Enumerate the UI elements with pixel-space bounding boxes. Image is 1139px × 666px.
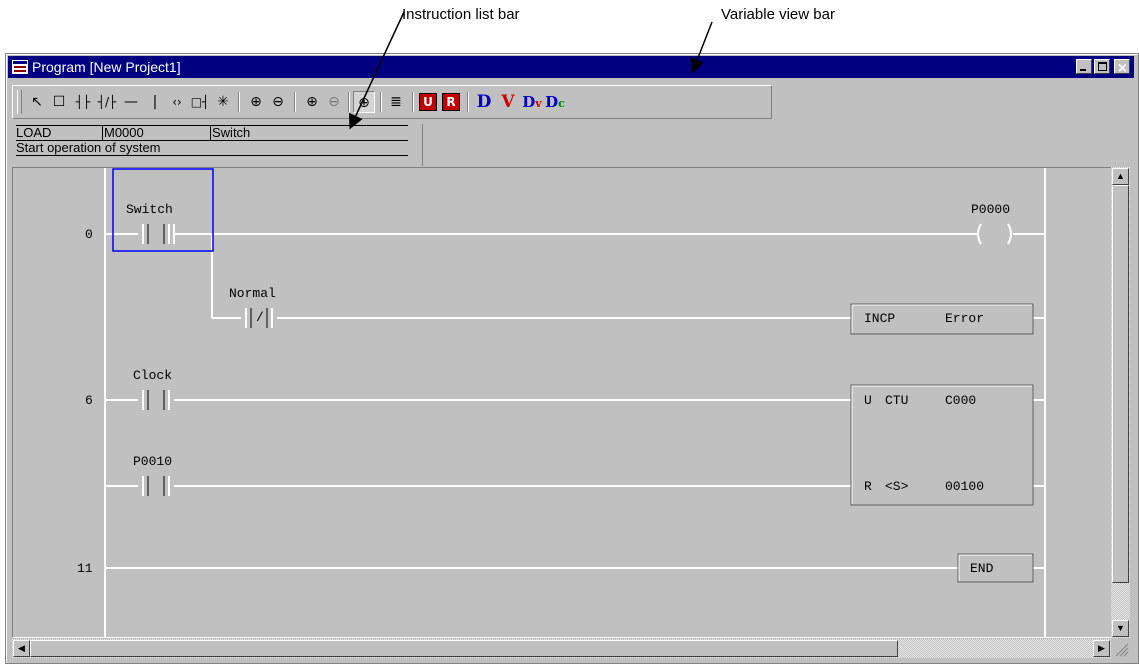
r-icon[interactable]: R — [440, 91, 462, 113]
vertical-scrollbar[interactable]: ▲ ▼ — [1111, 167, 1130, 638]
window-title: Program [New Project1] — [32, 59, 181, 75]
horizontal-scrollbar[interactable]: ◀ ▶ — [12, 639, 1111, 658]
ctu-u: U — [864, 393, 872, 408]
d-icon[interactable]: D — [473, 91, 495, 113]
zoom-out-alt-icon[interactable]: ⊖ — [323, 91, 345, 113]
dv-icon[interactable]: Dv — [521, 91, 543, 113]
ctu-s: <S> — [885, 479, 909, 494]
ctu-r: R — [864, 479, 872, 494]
il-device: M0000 — [104, 125, 144, 140]
title-bar[interactable]: Program [New Project1] × — [8, 56, 1134, 78]
function-icon[interactable]: □┤ — [189, 91, 211, 113]
toolbar: ↖ ☐ ┤├ ┤/├ — | ‹› □┤ ✳ ⊕ ⊖ ⊕ ⊖ ⊕ ≣ U R D… — [12, 85, 772, 119]
contact-no-icon[interactable]: ┤├ — [72, 91, 94, 113]
contact-nc-icon[interactable]: ┤/├ — [96, 91, 118, 113]
vertical-scroll-thumb[interactable] — [1112, 185, 1129, 583]
v-icon[interactable]: V — [497, 91, 519, 113]
box-icon[interactable]: ☐ — [48, 91, 70, 113]
cross-icon[interactable]: ✳ — [212, 91, 234, 113]
vertical-line-icon[interactable]: | — [144, 91, 166, 113]
ladder-canvas[interactable]: 0 6 11 Switch Normal Clock P0010 / P0000… — [12, 167, 1114, 638]
step-number: 6 — [85, 393, 93, 408]
contact-label[interactable]: Switch — [126, 202, 173, 217]
dc-icon[interactable]: Dc — [544, 91, 566, 113]
pointer-icon[interactable]: ↖ — [26, 91, 48, 113]
coil-icon[interactable]: ‹› — [166, 91, 188, 113]
scroll-right-icon[interactable]: ▶ — [1093, 640, 1110, 657]
zoom-in-alt-icon[interactable]: ⊕ — [301, 91, 323, 113]
contact-label[interactable]: Normal — [229, 286, 276, 301]
instruction-list-icon[interactable]: ≣ — [385, 91, 407, 113]
scroll-up-icon[interactable]: ▲ — [1112, 168, 1129, 185]
incp-op[interactable]: INCP — [864, 311, 895, 326]
instruction-list-bar: LOAD M0000 Switch Start operation of sys… — [12, 124, 423, 166]
contact-label[interactable]: Clock — [133, 368, 172, 383]
maximize-icon — [1098, 62, 1107, 71]
horizontal-line-icon[interactable]: — — [120, 91, 142, 113]
incp-operand[interactable]: Error — [945, 311, 984, 326]
program-window: Program [New Project1] × ↖ ☐ ┤├ ┤/├ — | … — [5, 53, 1139, 664]
end-instruction[interactable]: END — [970, 561, 993, 576]
il-variable: Switch — [212, 125, 251, 140]
ctu-counter[interactable]: C000 — [945, 393, 976, 408]
zoom-out-icon[interactable]: ⊖ — [267, 91, 289, 113]
il-op: LOAD — [16, 125, 52, 140]
zoom-fit-icon[interactable]: ⊕ — [353, 91, 375, 113]
coil-label[interactable]: P0000 — [971, 202, 1010, 217]
step-number: 0 — [85, 227, 93, 242]
ctu-preset[interactable]: 00100 — [945, 479, 984, 494]
contact-label[interactable]: P0010 — [133, 454, 172, 469]
il-comment: Start operation of system — [16, 140, 408, 156]
nc-slash: / — [256, 310, 264, 325]
callout-instruction-list-bar: Instruction list bar — [402, 6, 520, 23]
callout-variable-view-bar: Variable view bar — [721, 6, 835, 23]
close-button[interactable]: × — [1114, 59, 1130, 76]
toolbar-grip[interactable] — [17, 90, 22, 114]
horizontal-scroll-thumb[interactable] — [30, 640, 898, 657]
maximize-button[interactable] — [1094, 59, 1110, 74]
scroll-down-icon[interactable]: ▼ — [1112, 620, 1129, 637]
zoom-in-icon[interactable]: ⊕ — [245, 91, 267, 113]
size-grip-icon[interactable] — [1111, 639, 1130, 658]
scroll-left-icon[interactable]: ◀ — [13, 640, 30, 657]
u-icon[interactable]: U — [417, 91, 439, 113]
ctu-op[interactable]: CTU — [885, 393, 908, 408]
step-number: 11 — [77, 561, 93, 576]
program-app-icon — [12, 60, 28, 74]
close-icon: × — [1117, 61, 1128, 76]
minimize-icon — [1080, 69, 1086, 71]
minimize-button[interactable] — [1076, 59, 1092, 74]
